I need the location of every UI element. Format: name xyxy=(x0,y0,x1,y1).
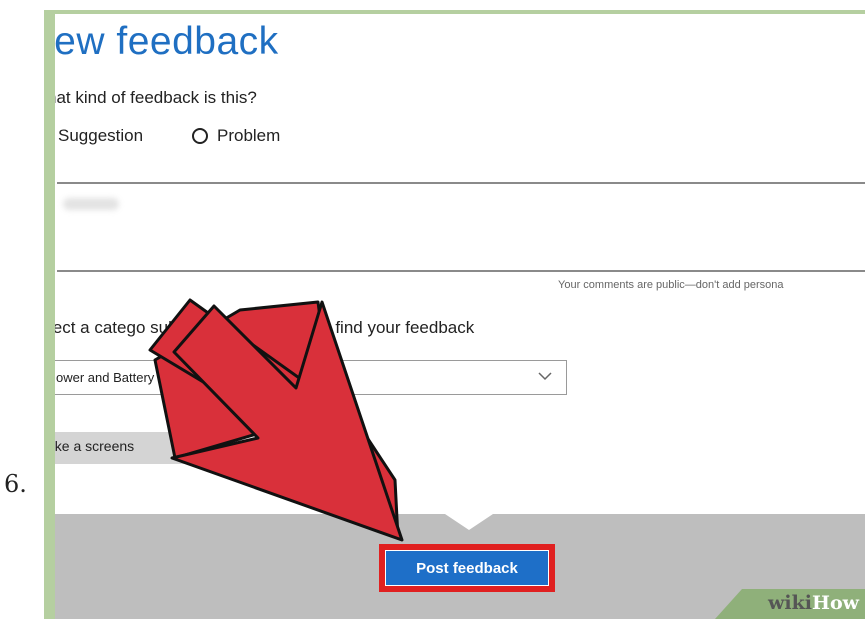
chevron-down-icon xyxy=(538,372,552,381)
take-screenshot-button[interactable]: ake a screens xyxy=(55,432,197,464)
radio-problem-label: Problem xyxy=(217,126,281,145)
take-screenshot-label: ake a screens xyxy=(55,438,135,454)
highlight-box: Post feedback xyxy=(379,544,555,592)
feedback-window: lew feedback hat kind of feedback is thi… xyxy=(55,14,865,514)
radio-unselected-icon xyxy=(192,128,208,144)
radio-suggestion-label: Suggestion xyxy=(58,126,144,145)
footer-notch xyxy=(445,514,493,530)
post-feedback-button[interactable]: Post feedback xyxy=(385,550,549,586)
category-selected-value: ower and Battery xyxy=(56,370,155,385)
watermark-wiki: wiki xyxy=(768,592,813,614)
comment-textarea[interactable] xyxy=(57,182,865,272)
radio-suggestion[interactable]: Suggestion xyxy=(55,126,143,146)
watermark-how: How xyxy=(812,592,859,614)
step-number: 6. xyxy=(4,470,27,498)
wikihow-watermark: wikiHow xyxy=(715,589,865,619)
blurred-comment-text xyxy=(63,198,119,210)
category-dropdown[interactable]: ower and Battery xyxy=(55,360,567,395)
feedback-type-question: hat kind of feedback is this? xyxy=(55,88,257,107)
category-prompt: lect a catego subcate ry to help users f… xyxy=(55,318,475,337)
footer-bar: Post feedback wikiHow xyxy=(55,514,865,619)
screenshot-frame: lew feedback hat kind of feedback is thi… xyxy=(44,10,865,619)
public-comment-note: Your comments are public—don't add perso… xyxy=(558,279,784,291)
radio-problem[interactable]: Problem xyxy=(192,126,280,146)
page-title: lew feedback xyxy=(55,20,279,63)
watermark-text: wikiHow xyxy=(768,592,859,614)
